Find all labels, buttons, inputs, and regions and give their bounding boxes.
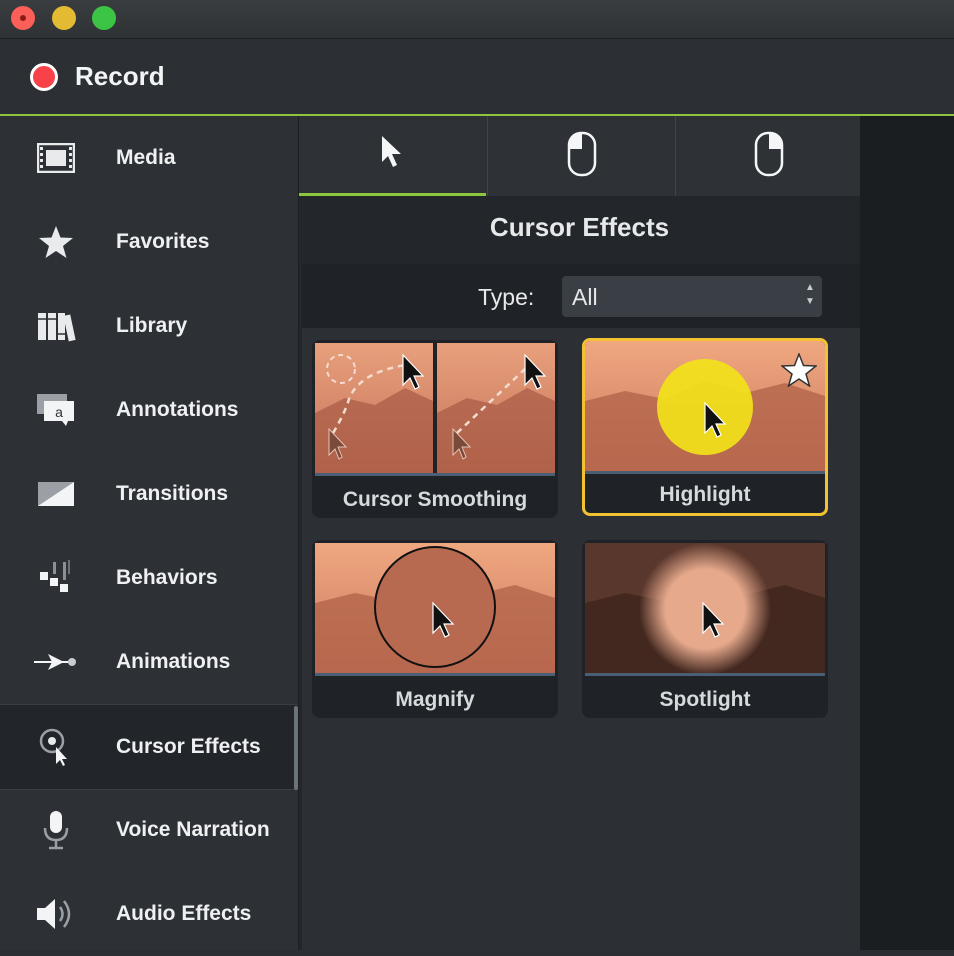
tab-cursor-effects[interactable] — [299, 116, 486, 196]
cursor-effects-panel: Cursor Effects Type: All ▲ ▼ Cursor Smoo… — [299, 116, 860, 950]
close-window-button[interactable] — [11, 6, 35, 30]
svg-text:a: a — [55, 404, 63, 420]
transition-icon — [34, 472, 78, 516]
effect-card-label: Highlight — [659, 483, 751, 506]
sidebar-item-label: Cursor Effects — [116, 735, 261, 758]
type-select[interactable]: All ▲ ▼ — [562, 276, 822, 317]
minimize-window-button[interactable] — [52, 6, 76, 30]
favorite-star-icon[interactable] — [779, 351, 819, 392]
behaviors-icon — [34, 556, 78, 600]
effects-grid: Cursor Smoothing Highlight Magnify Spotl… — [302, 328, 860, 950]
type-label: Type: — [478, 284, 535, 310]
type-select-value: All — [572, 284, 598, 310]
film-icon — [34, 136, 78, 180]
sidebar-item-label: Media — [116, 146, 176, 169]
sidebar: Media Favorites Library a Annotations Tr… — [0, 116, 299, 950]
star-icon — [34, 220, 78, 264]
effect-card-magnify[interactable]: Magnify — [312, 540, 558, 718]
sidebar-item-annotations[interactable]: a Annotations — [0, 368, 298, 452]
canvas-edge — [860, 116, 954, 950]
maximize-window-button[interactable] — [92, 6, 116, 30]
record-button[interactable]: Record — [30, 61, 165, 92]
effect-card-label: Magnify — [395, 688, 475, 711]
record-label: Record — [75, 61, 165, 91]
cursor-arrow-icon — [380, 135, 406, 174]
sidebar-scrollbar[interactable] — [294, 706, 298, 790]
sidebar-item-label: Behaviors — [116, 566, 218, 589]
magnify-thumbnail — [315, 543, 555, 676]
spotlight-thumbnail — [585, 543, 825, 676]
tab-left-click-effects[interactable] — [487, 116, 675, 196]
sidebar-item-label: Annotations — [116, 398, 239, 421]
sidebar-item-animations[interactable]: Animations — [0, 620, 298, 704]
record-bar: Record — [0, 39, 954, 116]
sidebar-item-library[interactable]: Library — [0, 284, 298, 368]
sidebar-item-label: Favorites — [116, 230, 210, 253]
effect-card-highlight[interactable]: Highlight — [582, 338, 828, 516]
books-icon — [34, 304, 78, 348]
effect-card-label: Cursor Smoothing — [342, 488, 528, 511]
tab-right-click-effects[interactable] — [675, 116, 861, 196]
effect-card-cursor-smoothing[interactable]: Cursor Smoothing — [312, 340, 558, 518]
microphone-icon — [34, 808, 78, 852]
mouse-right-click-icon — [754, 131, 784, 182]
cursor-smoothing-thumbnail — [315, 343, 555, 476]
sidebar-item-favorites[interactable]: Favorites — [0, 200, 298, 284]
sidebar-item-cursor-effects[interactable]: Cursor Effects — [0, 704, 298, 790]
effect-card-label: Spotlight — [659, 688, 751, 711]
sidebar-item-media[interactable]: Media — [0, 116, 298, 200]
sidebar-item-transitions[interactable]: Transitions — [0, 452, 298, 536]
sidebar-item-audio-effects[interactable]: Audio Effects — [0, 872, 298, 956]
speaker-icon — [34, 892, 78, 936]
panel-tabs — [299, 116, 860, 196]
mouse-left-click-icon — [567, 131, 597, 182]
sidebar-item-label: Library — [116, 314, 188, 337]
cursor-effects-icon — [34, 725, 78, 769]
speech-bubble-icon: a — [34, 388, 78, 432]
sidebar-item-label: Audio Effects — [116, 902, 252, 925]
effect-card-spotlight[interactable]: Spotlight — [582, 540, 828, 718]
sidebar-item-label: Animations — [116, 650, 231, 673]
title-bar — [0, 0, 954, 39]
sidebar-item-label: Transitions — [116, 482, 229, 505]
type-filter-row: Type: All ▲ ▼ — [302, 264, 860, 328]
animation-arrow-icon — [34, 640, 78, 684]
sidebar-item-label: Voice Narration — [116, 818, 270, 841]
sidebar-item-voice-narration[interactable]: Voice Narration — [0, 788, 298, 872]
sidebar-item-behaviors[interactable]: Behaviors — [0, 536, 298, 620]
select-arrows-icon: ▲ ▼ — [805, 282, 815, 307]
record-icon — [30, 62, 58, 91]
panel-title: Cursor Effects — [489, 212, 670, 242]
